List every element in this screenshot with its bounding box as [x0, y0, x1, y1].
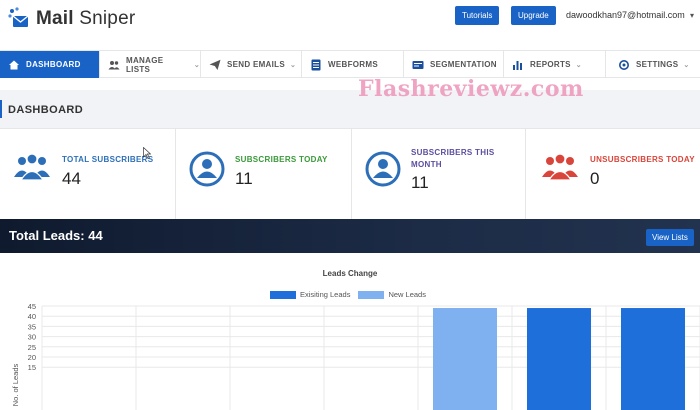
nav-label: DASHBOARD	[26, 60, 81, 69]
y-tick-label: 30	[28, 333, 36, 342]
nav-item-manage-lists[interactable]: MANAGE LISTS ⌄	[100, 51, 201, 78]
nav-label: SEGMENTATION	[430, 60, 497, 69]
tutorials-button[interactable]: Tutorials	[455, 6, 500, 25]
form-icon	[310, 59, 322, 71]
chevron-down-icon: ⌄	[575, 61, 582, 69]
nav-item-send-emails[interactable]: SEND EMAILS ⌄	[201, 51, 302, 78]
y-axis-label: No. of Leads	[11, 363, 20, 406]
users-icon	[108, 59, 120, 71]
mouse-cursor-icon	[143, 147, 151, 159]
chart-bar	[621, 308, 685, 410]
watermark-text: Flashreviewz.com	[358, 76, 584, 102]
dashboard-header	[0, 90, 700, 128]
chart-title: Leads Change	[322, 269, 378, 278]
stat-card-subscribers-today: SUBSCRIBERS TODAY 11	[176, 129, 352, 219]
chevron-down-icon: ⌄	[193, 61, 200, 69]
y-tick-label: 15	[28, 363, 36, 372]
segment-icon	[412, 59, 424, 71]
chart-bar	[527, 308, 591, 410]
stat-label: SUBSCRIBERS TODAY	[235, 155, 328, 164]
y-tick-label: 35	[28, 322, 36, 331]
leads-bar-chart: 15202530 354045 No. of Leads	[11, 302, 700, 410]
app-logo[interactable]: Mail Sniper	[6, 6, 135, 32]
legend-item-new[interactable]: New Leads	[358, 290, 426, 299]
bar-chart-icon	[512, 59, 524, 71]
paper-plane-icon	[209, 59, 221, 71]
stat-value: 44	[62, 169, 81, 188]
chart-bar	[433, 308, 497, 410]
nav-label: WEBFORMS	[328, 60, 378, 69]
total-leads-banner: Total Leads: 44	[0, 219, 700, 253]
home-icon	[8, 59, 20, 71]
stat-value: 0	[590, 169, 600, 188]
legend-swatch	[358, 290, 385, 299]
nav-label: MANAGE LISTS	[126, 55, 164, 74]
user-email-menu[interactable]: dawoodkhan97@hotmail.com	[566, 10, 685, 20]
legend-label: New Leads	[388, 290, 426, 299]
page-title: DASHBOARD	[8, 104, 84, 116]
upgrade-button[interactable]: Upgrade	[511, 6, 556, 25]
nav-item-segmentation[interactable]: SEGMENTATION	[404, 51, 504, 78]
nav-item-reports[interactable]: REPORTS ⌄	[504, 51, 606, 78]
y-tick-label: 25	[28, 343, 36, 352]
chevron-down-icon: ⌄	[289, 61, 297, 69]
legend-swatch	[270, 290, 296, 299]
nav-label: SEND EMAILS	[227, 60, 285, 69]
stat-card-total-subscribers: TOTAL SUBSCRIBERS 44	[0, 129, 176, 219]
legend-label: Exisiting Leads	[300, 290, 351, 299]
nav-label: SETTINGS	[636, 60, 679, 69]
y-tick-label: 40	[28, 312, 36, 321]
stat-value: 11	[411, 173, 429, 192]
nav-label: REPORTS	[530, 60, 571, 69]
user-circle-icon	[365, 151, 401, 192]
view-lists-button[interactable]: View Lists	[646, 229, 694, 246]
logo-text-main: Mail	[36, 8, 74, 29]
user-circle-icon	[189, 151, 225, 192]
chart-legend: Exisiting Leads New Leads	[270, 290, 434, 299]
title-accent-bar	[0, 100, 2, 118]
nav-item-webforms[interactable]: WEBFORMS	[302, 51, 404, 78]
logo-icon	[6, 6, 32, 32]
y-tick-label: 20	[28, 353, 36, 362]
chevron-down-icon: ⌄	[683, 61, 690, 69]
nav-item-settings[interactable]: SETTINGS ⌄	[606, 51, 700, 78]
legend-item-existing[interactable]: Exisiting Leads	[270, 290, 350, 299]
users-group-icon	[12, 153, 52, 186]
stat-label-line2: MONTH	[411, 160, 442, 169]
nav-item-dashboard[interactable]: DASHBOARD	[0, 51, 100, 78]
stat-label: TOTAL SUBSCRIBERS	[62, 155, 154, 164]
main-nav: DASHBOARD MANAGE LISTS ⌄ SEND EMAILS ⌄ W…	[0, 50, 700, 78]
stat-label-line1: SUBSCRIBERS THIS	[411, 148, 495, 157]
gear-icon	[618, 59, 630, 71]
stats-row: TOTAL SUBSCRIBERS 44 SUBSCRIBERS TODAY 1…	[0, 128, 700, 219]
chevron-down-icon[interactable]: ▾	[690, 11, 694, 20]
y-tick-label: 45	[28, 302, 36, 311]
users-group-icon	[540, 153, 580, 186]
top-header: Mail Sniper Tutorials Upgrade dawoodkhan…	[0, 0, 700, 46]
stat-card-subscribers-this-month: SUBSCRIBERS THIS MONTH 11	[352, 129, 526, 219]
total-leads-title: Total Leads: 44	[9, 228, 103, 243]
stat-value: 11	[235, 169, 253, 188]
stat-label: UNSUBSCRIBERS TODAY	[590, 155, 695, 164]
logo-text-sub: Sniper	[79, 8, 136, 29]
stat-card-unsubscribers-today: UNSUBSCRIBERS TODAY 0	[526, 129, 700, 219]
